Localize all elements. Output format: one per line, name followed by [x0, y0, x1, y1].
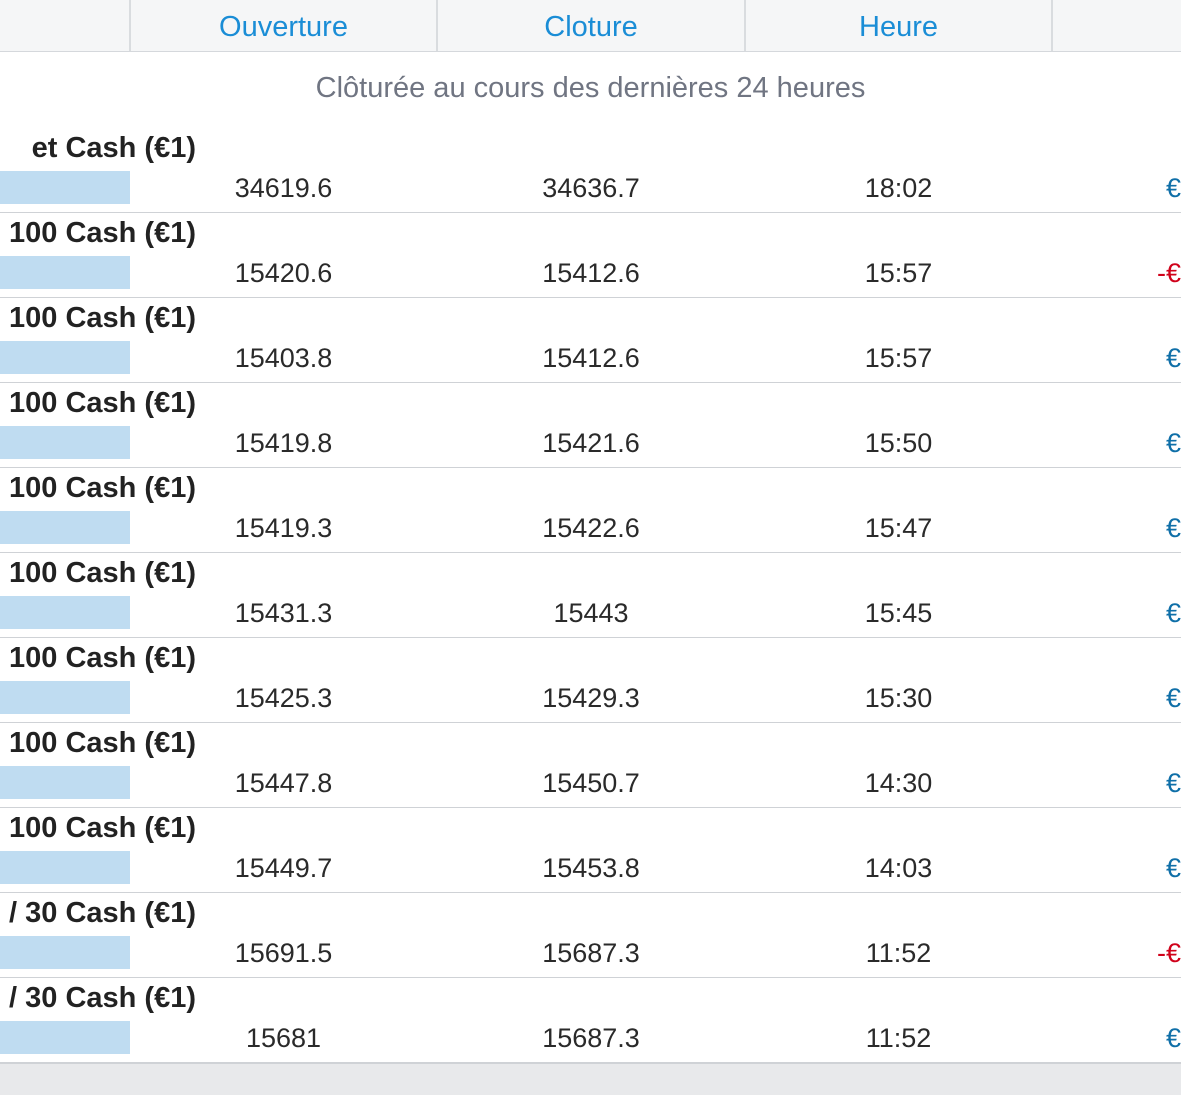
profit-loss: € [1165, 598, 1181, 628]
closed-trades-page: e Ouverture Cloture Heure Clôturée au co… [0, 0, 1181, 1095]
direction-bar [0, 511, 130, 544]
profit-loss: € [1165, 853, 1181, 883]
instrument-name: 100 Cash (€1) [9, 217, 196, 249]
table-row[interactable]: 100 Cash (€1) 15403.8 15412.6 15:57 € [0, 298, 1181, 383]
profit-loss: -€ [1156, 258, 1181, 288]
direction-bar [0, 171, 130, 204]
instrument-name: et Cash (€1) [31, 132, 196, 164]
profit-loss: € [1165, 173, 1181, 203]
table-row[interactable]: 100 Cash (€1) 15419.3 15422.6 15:47 € [0, 468, 1181, 553]
profit-loss: € [1165, 683, 1181, 713]
profit-loss: € [1165, 343, 1181, 373]
table-row[interactable]: / 30 Cash (€1) 15691.5 15687.3 11:52 -€ [0, 893, 1181, 978]
close-price: 15687.3 [542, 938, 640, 968]
instrument-name: 100 Cash (€1) [9, 812, 196, 844]
open-price: 15403.8 [234, 343, 333, 373]
instrument-name: 100 Cash (€1) [9, 387, 196, 419]
close-price: 15450.7 [542, 768, 640, 798]
close-time: 15:47 [864, 513, 933, 543]
table-row[interactable]: 100 Cash (€1) 15431.3 15443 15:45 € [0, 553, 1181, 638]
column-header-time[interactable]: Heure [746, 0, 1051, 51]
direction-bar [0, 256, 130, 289]
table-row[interactable]: 100 Cash (€1) 15449.7 15453.8 14:03 € [0, 808, 1181, 893]
close-time: 15:30 [864, 683, 933, 713]
direction-bar [0, 341, 130, 374]
close-price: 15421.6 [542, 428, 640, 458]
instrument-name: / 30 Cash (€1) [9, 982, 196, 1014]
close-time: 11:52 [865, 1023, 932, 1053]
close-price: 34636.7 [542, 173, 640, 203]
column-header-pnl[interactable] [1053, 0, 1181, 51]
footer-bar [0, 1063, 1181, 1095]
close-time: 15:45 [864, 598, 933, 628]
table-header: e Ouverture Cloture Heure [0, 0, 1181, 52]
table-row[interactable]: 100 Cash (€1) 15419.8 15421.6 15:50 € [0, 383, 1181, 468]
table-row[interactable]: 100 Cash (€1) 15425.3 15429.3 15:30 € [0, 638, 1181, 723]
close-time: 11:52 [865, 938, 932, 968]
section-title: Clôturée au cours des dernières 24 heure… [315, 72, 866, 104]
profit-loss: € [1165, 513, 1181, 543]
direction-bar [0, 426, 130, 459]
instrument-name: 100 Cash (€1) [9, 557, 196, 589]
table-row[interactable]: et Cash (€1) 34619.6 34636.7 18:02 € [0, 128, 1181, 213]
table-row[interactable]: / 30 Cash (€1) 15681 15687.3 11:52 € [0, 978, 1181, 1063]
direction-bar [0, 681, 130, 714]
open-price: 15691.5 [234, 938, 333, 968]
profit-loss: -€ [1156, 938, 1181, 968]
open-price: 15449.7 [234, 853, 333, 883]
column-header-open[interactable]: Ouverture [131, 0, 436, 51]
close-price: 15687.3 [542, 1023, 640, 1053]
instrument-name: 100 Cash (€1) [9, 727, 196, 759]
profit-loss: € [1165, 1023, 1181, 1053]
direction-bar [0, 936, 130, 969]
open-price: 15447.8 [234, 768, 333, 798]
open-price: 34619.6 [234, 173, 333, 203]
profit-loss: € [1165, 428, 1181, 458]
instrument-name: / 30 Cash (€1) [9, 897, 196, 929]
close-time: 15:57 [864, 343, 933, 373]
close-price: 15453.8 [542, 853, 640, 883]
open-price: 15681 [245, 1023, 322, 1053]
open-price: 15420.6 [234, 258, 333, 288]
close-price: 15429.3 [542, 683, 640, 713]
column-header-close[interactable]: Cloture [438, 0, 744, 51]
instrument-name: 100 Cash (€1) [9, 642, 196, 674]
table-row[interactable]: 100 Cash (€1) 15420.6 15412.6 15:57 -€ [0, 213, 1181, 298]
instrument-name: 100 Cash (€1) [9, 472, 196, 504]
trade-list: et Cash (€1) 34619.6 34636.7 18:02 €100 Cash… [0, 128, 1181, 1063]
close-price: 15412.6 [542, 343, 640, 373]
open-price: 15419.8 [234, 428, 333, 458]
close-time: 18:02 [864, 173, 933, 203]
column-header-instrument[interactable]: e [0, 0, 10, 51]
direction-bar [0, 596, 130, 629]
close-time: 14:03 [864, 853, 933, 883]
open-price: 15419.3 [234, 513, 333, 543]
table-row[interactable]: 100 Cash (€1) 15447.8 15450.7 14:30 € [0, 723, 1181, 808]
close-price: 15412.6 [542, 258, 640, 288]
open-price: 15431.3 [234, 598, 333, 628]
close-time: 15:57 [864, 258, 933, 288]
close-time: 14:30 [864, 768, 933, 798]
close-price: 15422.6 [542, 513, 640, 543]
close-time: 15:50 [864, 428, 933, 458]
instrument-name: 100 Cash (€1) [9, 302, 196, 334]
profit-loss: € [1165, 768, 1181, 798]
direction-bar [0, 1021, 130, 1054]
direction-bar [0, 851, 130, 884]
direction-bar [0, 766, 130, 799]
open-price: 15425.3 [234, 683, 333, 713]
close-price: 15443 [553, 598, 629, 628]
